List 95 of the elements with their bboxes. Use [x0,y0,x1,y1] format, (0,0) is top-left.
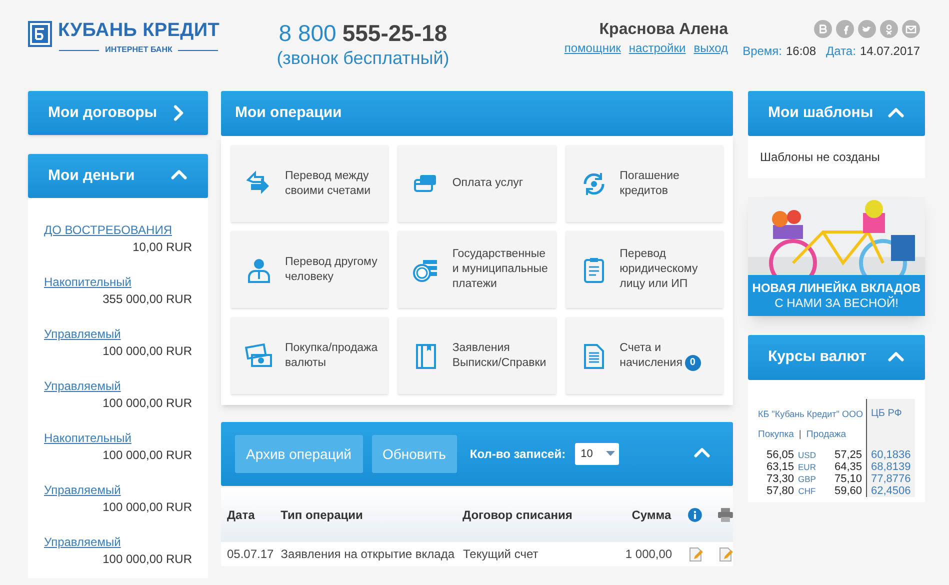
rates-cb-label: ЦБ РФ [871,407,902,421]
header-link[interactable]: помощник [564,41,621,56]
toolbar-button[interactable]: Архив операций [235,435,362,473]
account-amount: 100 000,00 RUR [102,343,192,360]
count-badge: 0 [684,354,701,370]
table-cell-text: Текущий счет [463,546,540,563]
social-letter-icon[interactable] [814,20,832,38]
banknotes-icon [245,342,273,370]
account-link[interactable]: Накопительный [44,430,132,447]
operation-tile[interactable]: Перевод между своими счетами [231,145,388,222]
rate-value: 60,1836 [871,449,911,461]
rate-value: 73,30 [765,473,794,485]
records-label: Кол-во записей: [470,446,566,463]
templates-empty-text: Шаблоны не созданы [760,149,880,166]
panel-title: Мои деньги [48,166,135,186]
account-amount: 100 000,00 RUR [102,551,192,568]
date-value: 14.07.2017 [860,43,920,60]
account-link[interactable]: ДО ВОСТРЕБОВАНИЯ [44,222,172,239]
account-link[interactable]: Управляемый [44,534,121,551]
panel-title: Мои шаблоны [768,103,874,124]
rate-value: 63,15 [765,461,794,473]
rate-value: 56,05 [765,449,794,461]
rates-bank-label: КБ "Кубань Кредит" ООО [758,408,863,421]
phone-note: (звонок бесплатный) [276,47,450,70]
user-name: Краснова Алена [599,20,728,40]
account-amount: 100 000,00 RUR [102,395,192,412]
account-link[interactable]: Управляемый [44,482,121,499]
social-figure-icon[interactable] [880,20,898,38]
panel-title: Мои договоры [48,102,158,123]
table-cell-text: 1 000,00 [624,546,672,563]
edit-document-icon[interactable] [689,546,704,562]
rate-value: 64,35 [833,461,862,473]
banner-caption-band[interactable]: НОВАЯ ЛИНЕЙКА ВКЛАДОВ С НАМИ ЗА ВЕСНОЙ! [748,275,925,316]
account-link[interactable]: Управляемый [44,326,121,343]
operation-tile[interactable]: Перевод другому человеку [231,231,388,308]
operation-tile[interactable]: Заявления Выписки/Справки [398,317,556,394]
operation-tile[interactable]: Счета и начисления 0 [566,317,723,394]
currency-code: EUR [797,461,817,473]
column-header: Дата [226,508,256,522]
currency-code: GBP [797,473,817,485]
panel-title: Курсы валют [768,347,866,368]
rate-value: 75,10 [833,473,862,485]
column-header: Сумма [630,508,672,522]
mail-icon[interactable] [902,20,920,38]
header-link[interactable]: выход [694,41,728,56]
social-letter-icon[interactable] [836,20,854,38]
table-cell-text: Заявления на открытие вклада [280,546,456,563]
account-link[interactable]: Управляемый [44,378,121,395]
operation-tile[interactable]: Государственные и муниципальные платежи [398,231,556,308]
time-value: 16:08 [786,43,816,60]
column-header: Договор списания [462,508,574,522]
rate-value: 68,8139 [871,461,911,473]
operations-title: Мои операции [235,103,342,124]
bank-subtitle: ИНТЕРНЕТ БАНК [105,44,172,56]
edit-document-icon[interactable] [719,546,733,562]
bird-icon[interactable] [858,20,876,38]
currency-code: CHF [797,485,817,497]
rates-panel-header[interactable]: Курсы валют [748,335,925,380]
templates-panel-header[interactable]: Мои шаблоны [748,91,925,136]
account-amount: 355 000,00 RUR [102,291,192,308]
operation-tile[interactable]: Оплата услуг [398,145,556,222]
account-amount: 100 000,00 RUR [102,499,192,516]
operation-tile[interactable]: Погашение кредитов [566,145,723,222]
phone-number: 555-25-18 [342,20,448,46]
banner-headline: НОВАЯ ЛИНЕЙКА ВКЛАДОВ [752,280,921,296]
rate-value: 77,8776 [871,473,911,485]
money-panel-header[interactable]: Мои деньги [28,154,208,198]
rate-value: 57,25 [833,449,862,461]
operation-tile[interactable]: Покупка/продажа валюты [231,317,388,394]
caret-icon [606,451,615,457]
table-cell-text: 05.07.17 [226,546,275,563]
info-icon [688,508,702,522]
bank-name: КУБАНЬ КРЕДИТ [58,20,220,42]
header-link[interactable]: настройки [628,41,686,56]
banner-subline: С НАМИ ЗА ВЕСНОЙ! [774,296,898,310]
rate-value: 62,4506 [871,485,911,497]
account-link[interactable]: Накопительный [44,274,132,291]
account-amount: 100 000,00 RUR [102,447,192,464]
time-label: Время: [742,43,782,60]
phone-prefix: 8 800 [278,20,336,46]
records-select[interactable]: 10 [574,443,619,465]
toolbar-button[interactable]: Обновить [372,435,457,473]
bank-logo-icon [28,21,52,47]
separator-mark: | [798,429,802,441]
currency-code: USD [797,449,817,461]
rate-value: 57,80 [765,485,794,497]
buy-label: Покупка [758,429,794,441]
account-amount: 10,00 RUR [132,239,192,256]
date-label: Дата: [826,43,856,60]
contracts-panel-header[interactable]: Мои договоры [28,91,208,135]
sell-label: Продажа [806,429,846,441]
printer-icon [718,508,733,522]
rate-value: 59,60 [833,485,862,497]
column-header: Тип операции [280,508,364,522]
operation-tile[interactable]: Перевод юридическому лицу или ИП [566,231,723,308]
